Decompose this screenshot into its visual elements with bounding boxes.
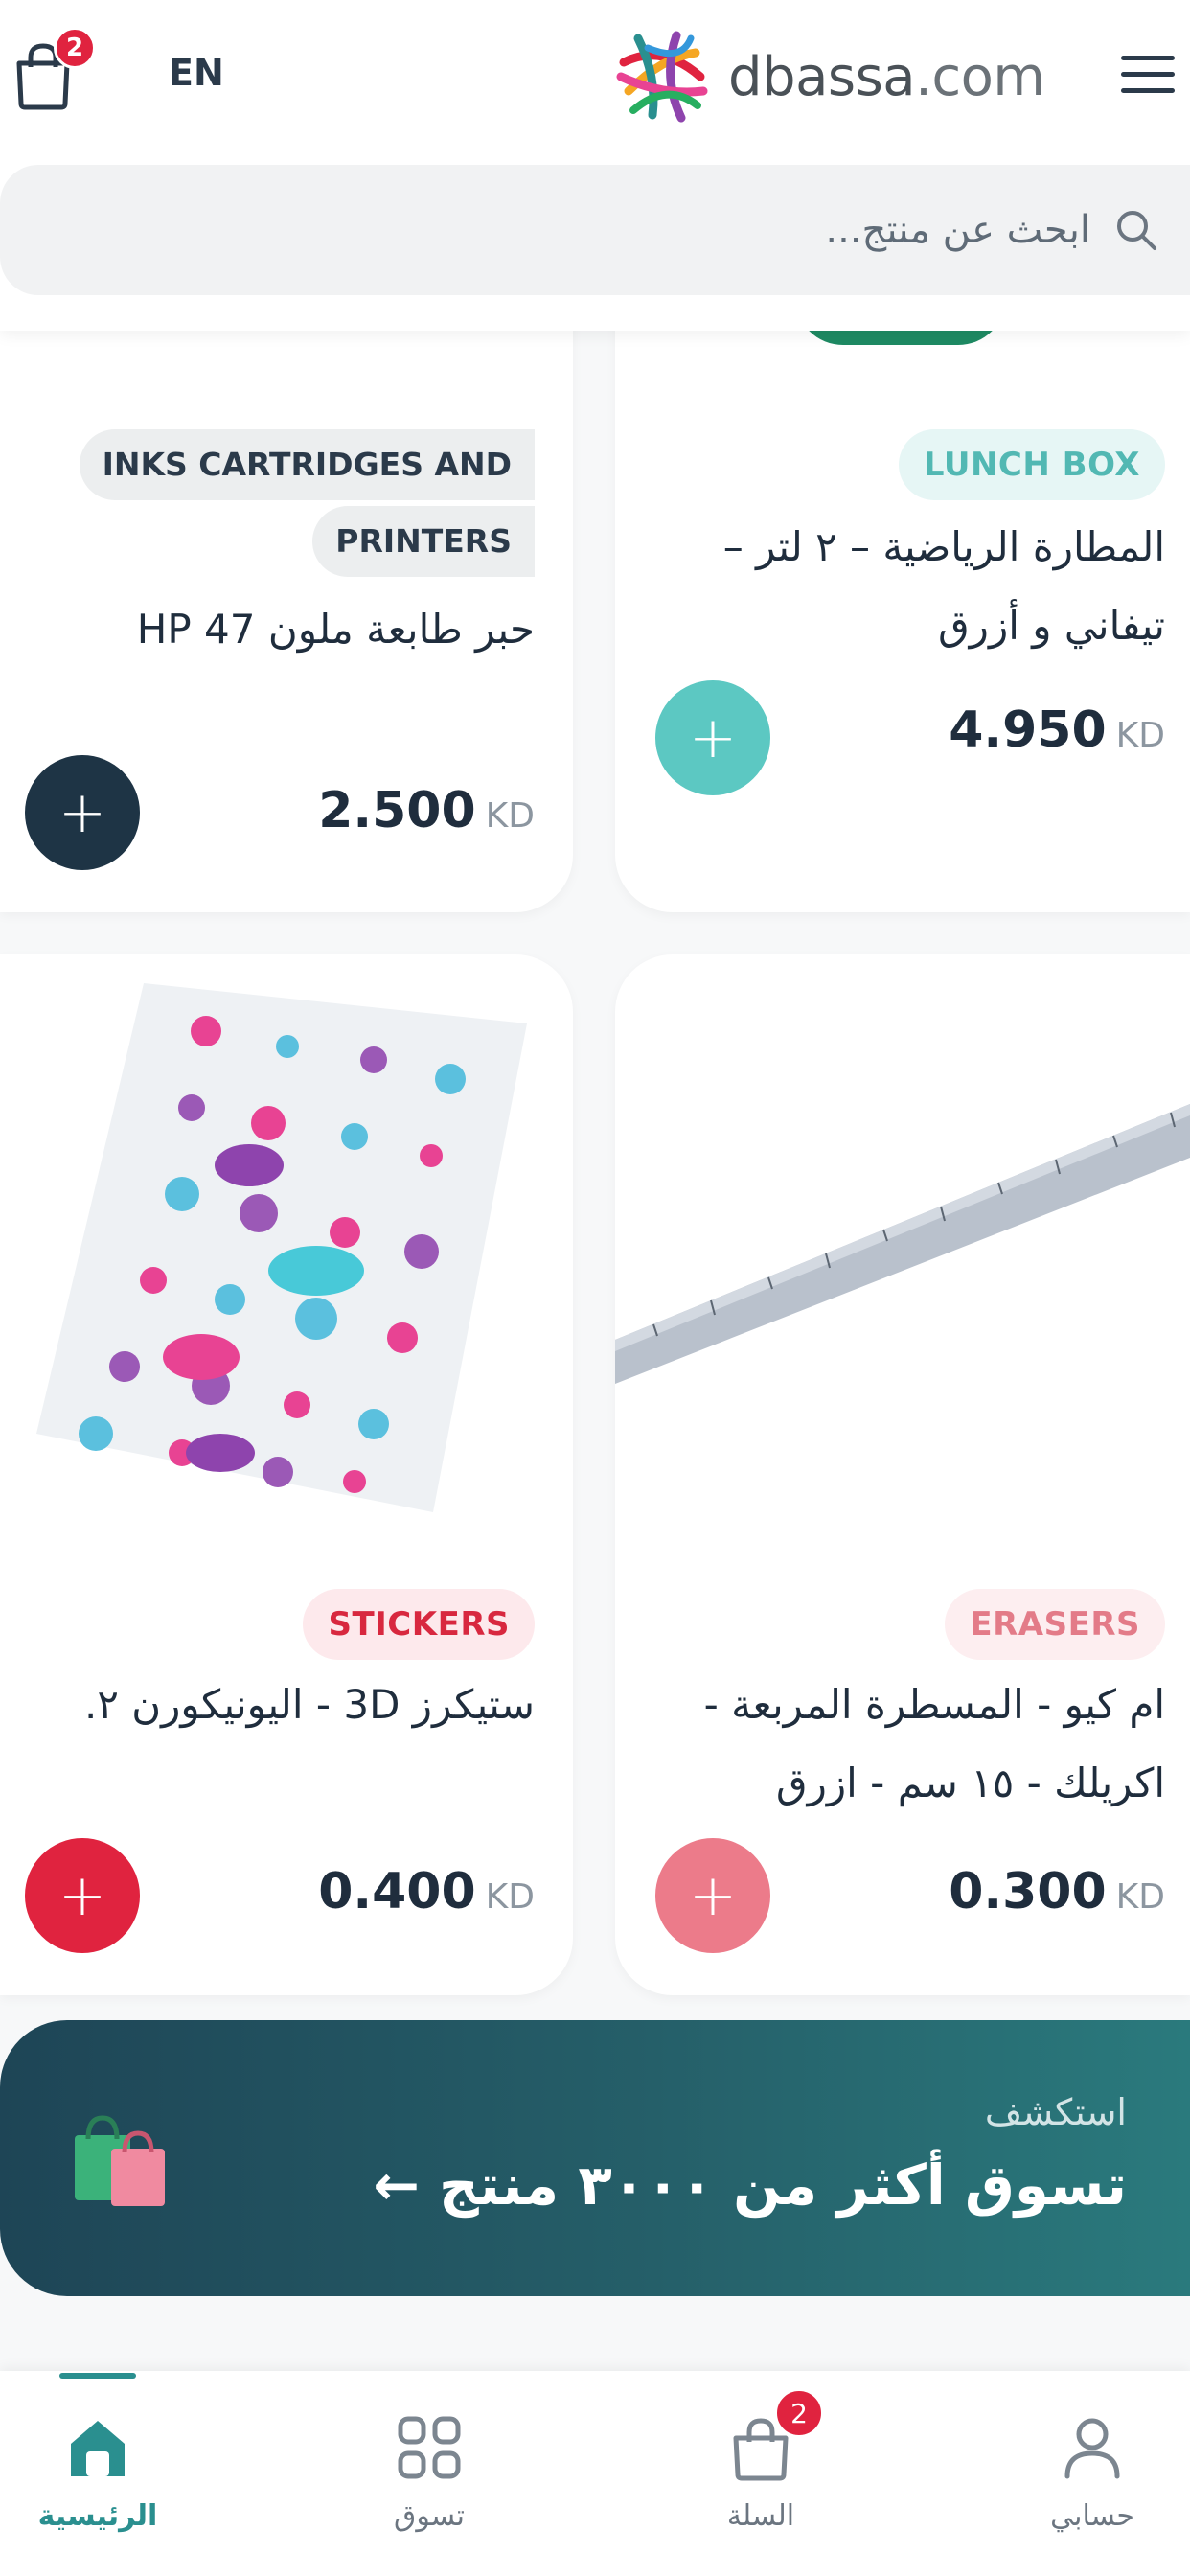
- price-value: 2.500: [318, 782, 476, 840]
- search-placeholder: ابحث عن منتج...: [825, 208, 1090, 252]
- nav-label: السلة: [726, 2499, 795, 2533]
- product-image[interactable]: [615, 954, 1190, 1549]
- cart-count-badge: 2: [774, 2388, 824, 2438]
- product-title[interactable]: ام كيو - المسطرة المربعة - اكريلك - ١٥ س…: [629, 1666, 1165, 1823]
- category-badge[interactable]: LUNCH BOX: [898, 429, 1165, 500]
- explore-banner[interactable]: استكشف تسوق أكثر من ٣٠٠٠ منتج ←: [0, 2020, 1190, 2296]
- category-badge[interactable]: INKS CARTRIDGES AND PRINTERS: [79, 429, 535, 577]
- shopping-bags-icon: [75, 2115, 165, 2206]
- price-currency: KD: [485, 1877, 535, 1917]
- language-toggle[interactable]: EN: [169, 52, 224, 94]
- user-icon: [1064, 2418, 1120, 2479]
- menu-line: [1121, 88, 1175, 93]
- menu-line: [1121, 72, 1175, 77]
- active-tab-indicator: [59, 2373, 136, 2379]
- nav-label: حسابي: [1050, 2499, 1134, 2533]
- app-header: 2 EN dbassa.com ابحث عن منتج...: [0, 0, 1190, 331]
- product-title-line: المطارة الرياضية – ٢ لتر –: [722, 523, 1165, 570]
- category-badge-line: INKS CARTRIDGES AND: [79, 429, 535, 500]
- product-price: 4.950 KD: [949, 702, 1165, 759]
- bottom-navigation: حسابي 2 السلة تسوق الرئيسية: [0, 2371, 1190, 2576]
- cart-count-badge: 2: [54, 27, 96, 69]
- product-title-line: ام كيو - المسطرة المربعة -: [703, 1681, 1165, 1728]
- price-currency: KD: [485, 796, 535, 836]
- product-price: 2.500 KD: [318, 782, 535, 840]
- grid-icon: [398, 2416, 461, 2479]
- product-title-line: تيفاني و أزرق: [938, 602, 1165, 649]
- logo-wordmark: dbassa.com: [728, 45, 1045, 108]
- nav-cart[interactable]: 2 السلة: [665, 2388, 857, 2557]
- product-price: 0.400 KD: [318, 1863, 535, 1920]
- product-title[interactable]: المطارة الرياضية – ٢ لتر – تيفاني و أزرق: [629, 508, 1165, 665]
- price-value: 0.400: [318, 1863, 476, 1920]
- add-to-cart-button[interactable]: +: [655, 680, 770, 795]
- product-title-line: اكريلك - ١٥ سم - ازرق: [776, 1760, 1165, 1806]
- nav-label: الرئيسية: [37, 2499, 158, 2533]
- banner-title[interactable]: تسوق أكثر من ٣٠٠٠ منتج ←: [373, 2152, 1127, 2218]
- menu-line: [1121, 56, 1175, 60]
- product-price: 0.300 KD: [949, 1863, 1165, 1920]
- product-title[interactable]: ستيكرز 3D - اليونيكورن ٢.: [17, 1666, 535, 1744]
- product-image[interactable]: [0, 954, 573, 1549]
- price-currency: KD: [1115, 716, 1165, 755]
- product-title[interactable]: حبر طابعة ملون HP 47: [17, 590, 535, 669]
- nav-shop[interactable]: تسوق: [333, 2413, 525, 2557]
- search-icon: [1117, 211, 1156, 250]
- add-to-cart-button[interactable]: +: [655, 1838, 770, 1953]
- home-icon: [71, 2421, 125, 2476]
- price-value: 0.300: [949, 1863, 1107, 1920]
- product-card[interactable]: ERASERS ام كيو - المسطرة المربعة - اكريل…: [615, 954, 1190, 1995]
- category-badge[interactable]: STICKERS: [303, 1589, 535, 1660]
- logo-mark-icon: [616, 31, 708, 123]
- product-card[interactable]: LUNCH BOX المطارة الرياضية – ٢ لتر – تيف…: [615, 288, 1190, 912]
- hamburger-menu-button[interactable]: [1121, 56, 1175, 98]
- price-currency: KD: [1115, 1877, 1165, 1917]
- category-badge[interactable]: ERASERS: [945, 1589, 1165, 1660]
- search-bar[interactable]: ابحث عن منتج...: [0, 165, 1190, 295]
- product-card[interactable]: STICKERS ستيكرز 3D - اليونيكورن ٢. 0.400…: [0, 954, 573, 1995]
- add-to-cart-button[interactable]: +: [25, 1838, 140, 1953]
- category-badge-line: PRINTERS: [312, 506, 535, 577]
- nav-label: تسوق: [394, 2499, 465, 2533]
- nav-home[interactable]: الرئيسية: [2, 2413, 194, 2557]
- banner-kicker: استكشف: [984, 2091, 1127, 2133]
- dbassa-logo[interactable]: dbassa.com: [609, 23, 1060, 130]
- price-value: 4.950: [949, 702, 1107, 759]
- add-to-cart-button[interactable]: +: [25, 755, 140, 870]
- product-card[interactable]: INKS CARTRIDGES AND PRINTERS حبر طابعة م…: [0, 288, 573, 912]
- nav-account[interactable]: حسابي: [996, 2413, 1188, 2557]
